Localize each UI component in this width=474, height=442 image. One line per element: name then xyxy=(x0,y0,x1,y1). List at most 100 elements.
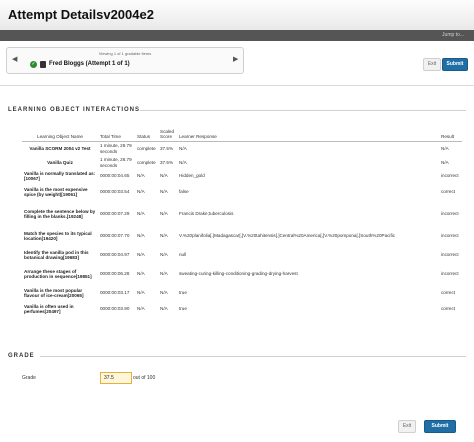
scaled-score: N/A xyxy=(160,173,168,179)
total-time: 0000:00:03.90 xyxy=(100,306,130,312)
scaled-score: 37.5% xyxy=(160,145,174,151)
learner-response: N/A xyxy=(179,145,187,151)
object-name: Vanilla is normally translated as:[10067… xyxy=(24,170,96,182)
scaled-score: 37.5% xyxy=(160,159,174,165)
previous-arrow-icon[interactable]: ◀ xyxy=(12,55,17,63)
result: correct xyxy=(441,306,456,312)
result: incorrect xyxy=(441,271,459,277)
total-time: 0000:00:04.97 xyxy=(100,252,130,258)
section-rule xyxy=(40,356,466,357)
object-name: Arrange these stages of production in se… xyxy=(24,268,92,280)
total-time: 1 minute, 26.79 seconds xyxy=(100,143,132,154)
result: correct xyxy=(441,290,456,296)
table-row: Vanilla is often used in perfumes[20497]… xyxy=(22,303,462,316)
submit-button-bottom[interactable]: Submit xyxy=(424,420,456,433)
table-row: Complete the sentence below by filling i… xyxy=(22,202,462,227)
table-row: Match the species to its typical locatio… xyxy=(22,227,462,246)
result: N/A xyxy=(441,159,449,165)
status: N/A xyxy=(137,290,145,296)
scaled-score: N/A xyxy=(160,271,168,277)
grade-input[interactable]: 37.5 xyxy=(100,372,132,384)
table-header-row: Learning Object Name Total Time Status S… xyxy=(22,127,462,142)
table-row: Vanilla is normally translated as:[10067… xyxy=(22,170,462,183)
page-header: Attempt Detailsv2004e2 xyxy=(0,0,474,31)
total-time: 1 minute, 26.79 seconds xyxy=(100,156,132,168)
result: N/A xyxy=(441,145,449,151)
total-time: 0000:00:03.54 xyxy=(100,189,130,195)
column-header: Learning Object Name xyxy=(22,127,98,142)
attempt-navigator: ◀ Viewing 1 of 1 gradable items ✓ Fred B… xyxy=(6,47,244,74)
status: complete xyxy=(137,159,156,165)
table-row: Identify the vanilla pod in this botanic… xyxy=(22,246,462,265)
result: incorrect xyxy=(441,233,459,239)
learner-response: true xyxy=(179,290,187,296)
jump-to-link[interactable]: Jump to... xyxy=(442,30,464,41)
object-name: Vanilla is the most expensive spice (by … xyxy=(24,186,88,198)
object-name: Match the species to its typical locatio… xyxy=(24,230,92,242)
document-icon xyxy=(40,61,46,68)
result: incorrect xyxy=(441,211,459,217)
learner-response: Francis Drake;tuberculosis xyxy=(179,211,234,217)
table-row: Vanilla is the most expensive spice (by … xyxy=(22,183,462,202)
total-time: 0000:00:03.17 xyxy=(100,290,130,296)
learner-response: sweating-curing-killing-conditioning-gra… xyxy=(179,271,298,277)
toolbar xyxy=(0,30,474,41)
pager-count: Viewing 1 of 1 gradable items xyxy=(98,51,152,56)
divider xyxy=(0,85,474,86)
grade-label: Grade xyxy=(22,375,36,381)
scaled-score: N/A xyxy=(160,211,168,217)
column-header: Total Time xyxy=(98,127,135,142)
object-name: Identify the vanilla pod in this botanic… xyxy=(24,249,89,261)
total-time: 0000:00:04.65 xyxy=(100,173,130,179)
column-header: Status xyxy=(135,127,158,142)
table-row: Vanilla Quiz 1 minute, 26.79 seconds com… xyxy=(22,156,462,170)
interactions-table: Learning Object Name Total Time Status S… xyxy=(22,127,462,316)
object-name: Vanilla is the most popular flavour of i… xyxy=(24,287,84,299)
check-icon: ✓ xyxy=(30,61,37,68)
object-name: Vanilla Quiz xyxy=(47,159,73,165)
status: N/A xyxy=(137,189,145,195)
status: N/A xyxy=(137,252,145,258)
learner-response: N/A xyxy=(179,159,187,165)
learner-response: true xyxy=(179,306,187,312)
total-time: 0000:00:07.29 xyxy=(100,211,130,217)
interactions-section-title: LEARNING OBJECT INTERACTIONS xyxy=(8,107,141,113)
submit-button[interactable]: Submit xyxy=(442,58,468,71)
scaled-score: N/A xyxy=(160,306,168,312)
scaled-score: N/A xyxy=(160,290,168,296)
result: correct xyxy=(441,189,456,195)
table-row: Arrange these stages of production in se… xyxy=(22,265,462,284)
object-name: Vanilla is often used in perfumes[20497] xyxy=(24,303,74,315)
result: incorrect xyxy=(441,173,459,179)
object-name: Vanilla SCORM 2004 v2 Test xyxy=(29,145,91,151)
learner-response: false xyxy=(179,189,189,195)
scaled-score: N/A xyxy=(160,252,168,258)
table-row: Vanilla SCORM 2004 v2 Test 1 minute, 26.… xyxy=(22,142,462,156)
scaled-score: N/A xyxy=(160,233,168,239)
column-header: Scaled Score xyxy=(158,127,177,142)
status: N/A xyxy=(137,211,145,217)
column-header: Learner Response xyxy=(177,127,439,142)
next-arrow-icon[interactable]: ▶ xyxy=(233,55,238,63)
learner-response: null xyxy=(179,252,187,258)
status: N/A xyxy=(137,173,145,179)
status: N/A xyxy=(137,306,145,312)
scaled-score: N/A xyxy=(160,189,168,195)
object-name: Complete the sentence below by filling i… xyxy=(24,208,96,220)
total-time: 0000:00:06.28 xyxy=(100,271,130,277)
status: N/A xyxy=(137,233,145,239)
exit-button-bottom[interactable]: Exit xyxy=(398,420,416,433)
status: N/A xyxy=(137,271,145,277)
column-header: Result xyxy=(439,127,462,142)
exit-button[interactable]: Exit xyxy=(423,58,441,71)
page-title: Attempt Detailsv2004e2 xyxy=(8,7,154,22)
status: complete xyxy=(137,145,156,151)
grade-section-title: GRADE xyxy=(8,353,35,359)
result: incorrect xyxy=(441,252,459,258)
total-time: 0000:00:07.70 xyxy=(100,233,130,239)
table-row: Vanilla is the most popular flavour of i… xyxy=(22,284,462,303)
grade-out-of: out of 100 xyxy=(133,375,156,381)
learner-response: V.%20planifolia[.]Madagascar[,]V.%20tahi… xyxy=(179,233,396,239)
attempt-user-name: Fred Bloggs (Attempt 1 of 1) xyxy=(49,61,130,67)
section-rule xyxy=(140,110,466,111)
